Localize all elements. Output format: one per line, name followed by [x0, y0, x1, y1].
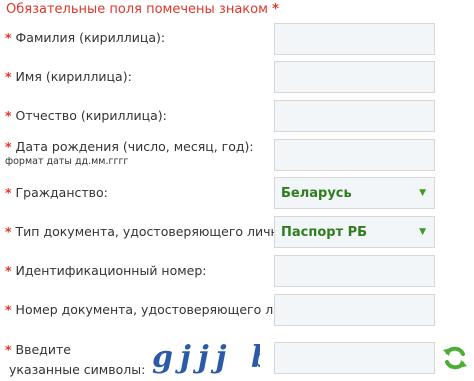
captcha-text: gjjj b	[152, 340, 260, 375]
triangle-down-icon: ▼	[419, 227, 426, 237]
surname-label-text: Фамилия (кириллица):	[15, 30, 166, 45]
required-star-icon: *	[5, 302, 12, 317]
required-notice: Обязательные поля помечены знаком *	[6, 2, 279, 17]
first-name-input[interactable]	[274, 61, 435, 93]
captcha-label: * Введите указанные символы:	[5, 340, 145, 380]
captcha-input[interactable]	[274, 342, 435, 374]
document-number-input[interactable]	[274, 294, 435, 326]
id-number-input[interactable]	[274, 255, 435, 287]
required-star-icon: *	[5, 69, 12, 84]
birth-date-label: * Дата рождения (число, месяц, год):	[5, 139, 254, 154]
required-star-icon: *	[5, 108, 12, 123]
required-star-icon: *	[5, 30, 12, 45]
document-type-select[interactable]: Паспорт РБ ▼	[274, 216, 435, 248]
required-star-icon: *	[5, 224, 12, 239]
required-notice-text: Обязательные поля помечены знаком	[6, 2, 268, 17]
birth-date-label-text: Дата рождения (число, месяц, год):	[15, 139, 254, 154]
required-star-icon: *	[272, 2, 279, 17]
birth-date-format-hint: формат даты дд.мм.гггг	[5, 156, 129, 167]
document-type-label: * Тип документа, удостоверяющего личность…	[5, 224, 312, 239]
patronymic-input[interactable]	[274, 100, 435, 132]
patronymic-label-text: Отчество (кириллица):	[15, 108, 167, 123]
required-star-icon: *	[5, 139, 12, 154]
surname-label: * Фамилия (кириллица):	[5, 30, 165, 45]
first-name-label: * Имя (кириллица):	[5, 69, 132, 84]
citizenship-label-text: Гражданство:	[15, 185, 108, 200]
patronymic-label: * Отчество (кириллица):	[5, 108, 167, 123]
surname-input[interactable]	[274, 23, 435, 55]
document-type-label-text: Тип документа, удостоверяющего личность:	[15, 224, 313, 239]
triangle-down-icon: ▼	[419, 188, 426, 198]
birth-date-input[interactable]	[274, 139, 435, 171]
citizenship-select[interactable]: Беларусь ▼	[274, 177, 435, 209]
required-star-icon: *	[5, 185, 12, 200]
id-number-label: * Идентификационный номер:	[5, 263, 207, 278]
captcha-label-line1: * Введите	[5, 342, 71, 357]
first-name-label-text: Имя (кириллица):	[15, 69, 132, 84]
refresh-icon[interactable]	[441, 344, 469, 372]
captcha-image: gjjj b	[152, 340, 260, 375]
required-star-icon: *	[5, 342, 12, 357]
document-type-selected-value: Паспорт РБ	[281, 224, 368, 240]
citizenship-label: * Гражданство:	[5, 185, 108, 200]
id-number-label-text: Идентификационный номер:	[15, 263, 207, 278]
required-star-icon: *	[5, 263, 12, 278]
registration-form: Обязательные поля помечены знаком * * Фам…	[0, 0, 474, 381]
citizenship-selected-value: Беларусь	[281, 185, 352, 201]
captcha-label-line2: указанные символы:	[9, 362, 146, 377]
